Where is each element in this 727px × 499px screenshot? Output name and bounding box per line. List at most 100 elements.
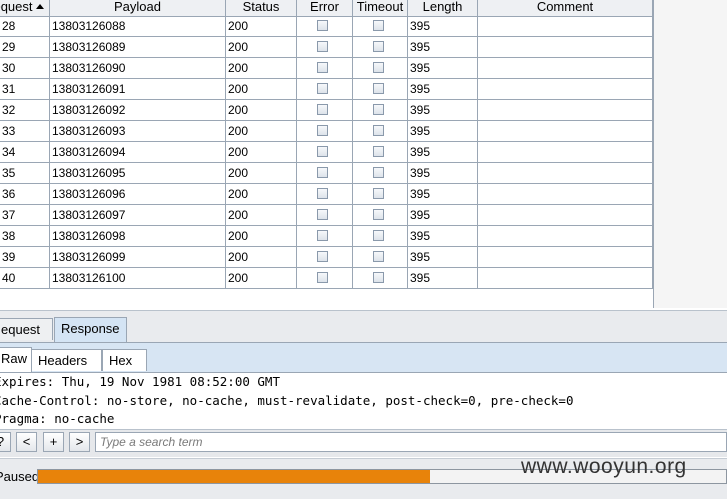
status-cell: 200 [226,163,297,183]
column-header-length[interactable]: Length [408,0,478,16]
column-header-comment[interactable]: Comment [478,0,653,16]
status-cell: 200 [226,100,297,120]
next-match-button[interactable]: > [69,432,90,452]
error-cell [297,142,353,162]
length-cell: 395 [408,37,478,57]
request-number-cell: 35 [0,163,50,183]
column-header-request[interactable]: equest [0,0,50,16]
search-input[interactable] [95,432,727,452]
request-number-cell: 29 [0,37,50,57]
tab-request[interactable]: equest [0,318,53,340]
tab-headers[interactable]: Headers [31,349,102,371]
status-cell: 200 [226,205,297,225]
error-checkbox [317,146,328,157]
error-checkbox [317,20,328,31]
error-cell [297,79,353,99]
tab-hex[interactable]: Hex [102,349,147,371]
table-row[interactable]: 35 13803126095 200 395 [0,163,653,184]
column-header-error[interactable]: Error [297,0,353,16]
payload-cell: 13803126089 [50,37,226,57]
payload-cell: 13803126093 [50,121,226,141]
payload-cell: 13803126094 [50,142,226,162]
length-cell: 395 [408,163,478,183]
status-cell: 200 [226,37,297,57]
timeout-cell [353,184,408,204]
tab-response[interactable]: Response [54,317,127,342]
comment-cell [478,37,653,57]
table-row[interactable]: 36 13803126096 200 395 [0,184,653,205]
payload-cell: 13803126091 [50,79,226,99]
table-row[interactable]: 38 13803126098 200 395 [0,226,653,247]
request-number-cell: 32 [0,100,50,120]
timeout-cell [353,247,408,267]
tab-raw[interactable]: Raw [0,347,32,373]
error-checkbox [317,62,328,73]
comment-cell [478,121,653,141]
length-cell: 395 [408,247,478,267]
error-checkbox [317,83,328,94]
timeout-checkbox [373,251,384,262]
table-row[interactable]: 33 13803126093 200 395 [0,121,653,142]
status-cell: 200 [226,16,297,36]
error-checkbox [317,125,328,136]
request-number-cell: 33 [0,121,50,141]
timeout-checkbox [373,20,384,31]
timeout-cell [353,226,408,246]
previous-match-button[interactable]: < [16,432,37,452]
status-cell: 200 [226,121,297,141]
comment-cell [478,184,653,204]
request-number-cell: 37 [0,205,50,225]
length-cell: 395 [408,100,478,120]
status-label: Paused [0,469,40,484]
table-row[interactable]: 29 13803126089 200 395 [0,37,653,58]
request-number-cell: 38 [0,226,50,246]
column-header-payload[interactable]: Payload [50,0,226,16]
error-checkbox [317,272,328,283]
table-row[interactable]: 30 13803126090 200 395 [0,58,653,79]
error-cell [297,58,353,78]
timeout-checkbox [373,125,384,136]
error-cell [297,37,353,57]
length-cell: 395 [408,121,478,141]
comment-cell [478,100,653,120]
table-row[interactable]: 39 13803126099 200 395 [0,247,653,268]
table-row[interactable]: 37 13803126097 200 395 [0,205,653,226]
error-checkbox [317,41,328,52]
timeout-cell [353,268,408,288]
table-row[interactable]: 32 13803126092 200 395 [0,100,653,121]
timeout-cell [353,121,408,141]
table-row[interactable]: 40 13803126100 200 395 [0,268,653,289]
payload-cell: 13803126092 [50,100,226,120]
timeout-checkbox [373,146,384,157]
timeout-cell [353,205,408,225]
error-checkbox [317,167,328,178]
table-row[interactable]: 34 13803126094 200 395 [0,142,653,163]
add-search-button[interactable]: + [43,432,64,452]
table-row[interactable]: 28 13803126088 200 395 [0,16,653,37]
payload-cell: 13803126088 [50,16,226,36]
comment-cell [478,16,653,36]
length-cell: 395 [408,205,478,225]
comment-cell [478,226,653,246]
column-header-timeout[interactable]: Timeout [353,0,408,16]
request-number-cell: 30 [0,58,50,78]
timeout-cell [353,37,408,57]
timeout-cell [353,58,408,78]
timeout-cell [353,163,408,183]
status-cell: 200 [226,247,297,267]
table-row[interactable]: 31 13803126091 200 395 [0,79,653,100]
timeout-checkbox [373,83,384,94]
comment-cell [478,163,653,183]
request-number-cell: 40 [0,268,50,288]
length-cell: 395 [408,268,478,288]
help-button[interactable]: ? [0,432,11,452]
timeout-cell [353,16,408,36]
length-cell: 395 [408,226,478,246]
progress-fill [38,470,430,483]
response-viewer[interactable]: Expires: Thu, 19 Nov 1981 08:52:00 GMT C… [0,373,727,428]
request-number-cell: 39 [0,247,50,267]
error-cell [297,205,353,225]
length-cell: 395 [408,184,478,204]
status-cell: 200 [226,184,297,204]
column-header-status[interactable]: Status [226,0,297,16]
